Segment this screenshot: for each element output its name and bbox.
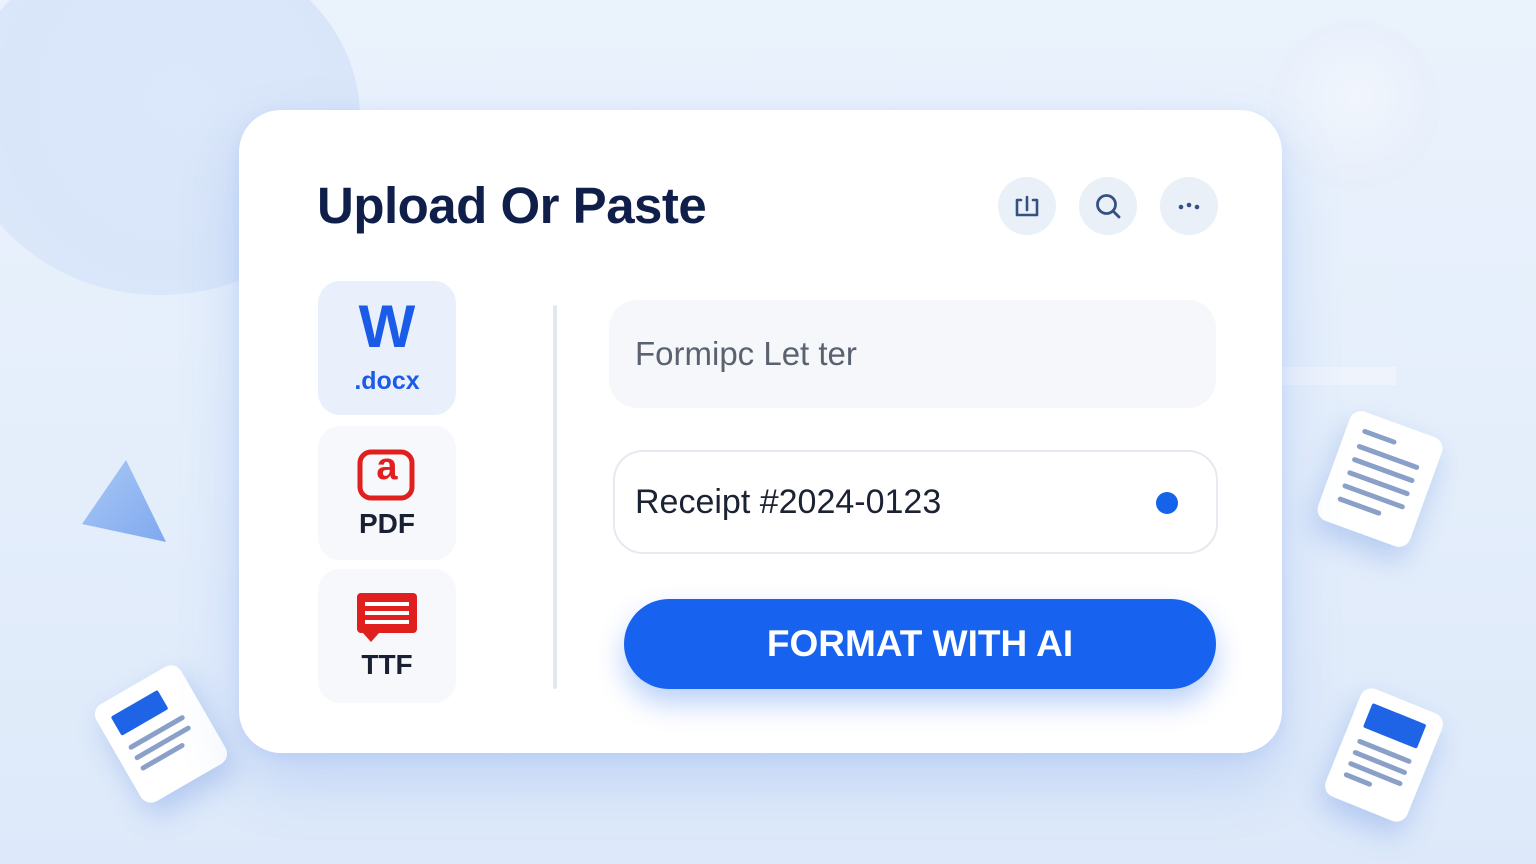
floating-document-icon bbox=[1321, 684, 1447, 826]
floating-document-icon bbox=[90, 661, 232, 807]
format-ttf-label: TTF bbox=[361, 649, 413, 680]
upload-card: Upload Or Paste W .docx a PDF TTF Formip… bbox=[239, 110, 1282, 753]
search-button[interactable] bbox=[1079, 177, 1137, 235]
frame-button[interactable] bbox=[998, 177, 1056, 235]
floating-document-icon bbox=[1314, 407, 1446, 551]
status-dot bbox=[1156, 492, 1178, 514]
more-button[interactable] bbox=[1160, 177, 1218, 235]
background-circle bbox=[1270, 20, 1440, 190]
background-bar bbox=[1280, 367, 1396, 385]
frame-icon bbox=[1015, 195, 1039, 217]
receipt-value: Receipt #2024-0123 bbox=[635, 482, 942, 521]
more-icon bbox=[1178, 202, 1200, 210]
format-ttf-tile[interactable]: TTF bbox=[318, 569, 456, 703]
search-icon bbox=[1096, 194, 1121, 219]
divider bbox=[553, 305, 557, 689]
document-title-input[interactable]: Formipc Let ter bbox=[609, 300, 1216, 408]
font-file-icon bbox=[357, 593, 417, 642]
format-pdf-label: PDF bbox=[359, 508, 415, 539]
receipt-input[interactable]: Receipt #2024-0123 bbox=[613, 450, 1218, 554]
format-with-ai-button[interactable]: FORMAT WITH AI bbox=[624, 599, 1216, 689]
document-title-value: Formipc Let ter bbox=[635, 335, 857, 372]
word-icon: W bbox=[358, 293, 416, 360]
triangle-decoration bbox=[82, 460, 166, 542]
format-docx-tile[interactable]: W .docx bbox=[318, 281, 456, 415]
format-pdf-tile[interactable]: a PDF bbox=[318, 426, 456, 560]
pdf-icon-glyph: a bbox=[376, 446, 398, 488]
format-docx-label: .docx bbox=[354, 367, 420, 395]
page-title: Upload Or Paste bbox=[317, 177, 707, 234]
